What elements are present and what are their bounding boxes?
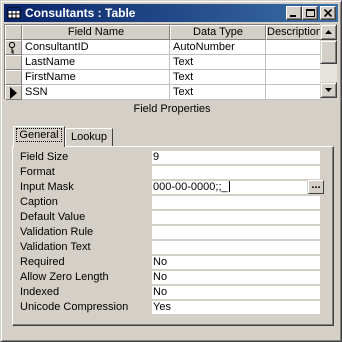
minimize-button[interactable] xyxy=(286,6,302,20)
description-cell[interactable] xyxy=(266,40,321,55)
window-title: Consultants : Table xyxy=(25,6,136,20)
row-selector[interactable] xyxy=(5,70,22,85)
title-bar[interactable]: Consultants : Table xyxy=(4,4,338,22)
data-type-cell[interactable]: Text xyxy=(170,85,266,100)
column-header-data-type[interactable]: Data Type xyxy=(170,25,266,40)
properties-panel: Field Size 9 Format Input Mask 000-00-00… xyxy=(12,146,334,326)
property-label: Validation Rule xyxy=(20,226,94,238)
property-label: Default Value xyxy=(20,211,86,223)
property-label: Field Size xyxy=(20,151,69,163)
text-cursor xyxy=(228,181,230,192)
scroll-down-button[interactable] xyxy=(320,82,337,98)
row-pointer-icon xyxy=(10,87,17,99)
row-selector[interactable] xyxy=(5,55,22,70)
maximize-icon xyxy=(306,9,315,17)
unicode-compression-input[interactable]: Yes xyxy=(152,301,320,314)
data-type-cell[interactable]: AutoNumber xyxy=(170,40,266,55)
field-grid: Field Name Data Type Description Consult… xyxy=(4,24,321,100)
property-label: Validation Text xyxy=(20,241,91,253)
description-cell[interactable] xyxy=(266,85,321,100)
table-row[interactable]: ConsultantID AutoNumber xyxy=(5,40,321,55)
row-selector[interactable] xyxy=(5,85,22,100)
tab-general-label: General xyxy=(16,128,62,142)
field-name-cell[interactable]: SSN xyxy=(22,85,170,100)
column-header-field-name[interactable]: Field Name xyxy=(22,25,170,40)
caption-input[interactable] xyxy=(152,196,320,209)
field-name-cell[interactable]: ConsultantID xyxy=(22,40,170,55)
table-design-window: Consultants : Table Field Name Data Type… xyxy=(0,0,342,342)
default-value-input[interactable] xyxy=(152,211,320,224)
input-mask-builder-button[interactable]: ... xyxy=(308,180,324,194)
property-label: Allow Zero Length xyxy=(20,271,109,283)
table-row[interactable]: SSN Text xyxy=(5,85,321,100)
row-selector[interactable] xyxy=(5,40,22,55)
key-icon xyxy=(8,41,16,54)
tab-lookup-label: Lookup xyxy=(70,131,108,143)
minimize-icon xyxy=(290,15,296,17)
property-label: Indexed xyxy=(20,286,60,298)
close-button[interactable] xyxy=(320,6,336,20)
required-input[interactable]: No xyxy=(152,256,320,269)
field-name-cell[interactable]: LastName xyxy=(22,55,170,70)
property-label: Input Mask xyxy=(20,181,74,193)
property-label: Unicode Compression xyxy=(20,301,129,313)
tab-general[interactable]: General xyxy=(13,126,65,147)
table-row[interactable]: LastName Text xyxy=(5,55,321,70)
input-mask-input[interactable]: 000-00-0000;;_ xyxy=(152,181,307,194)
indexed-input[interactable]: No xyxy=(152,286,320,299)
validation-rule-input[interactable] xyxy=(152,226,320,239)
description-cell[interactable] xyxy=(266,70,321,85)
vertical-scrollbar[interactable] xyxy=(320,24,337,98)
scroll-up-button[interactable] xyxy=(320,24,337,40)
tab-lookup[interactable]: Lookup xyxy=(65,128,113,147)
allow-zero-length-input[interactable]: No xyxy=(152,271,320,284)
property-label: Required xyxy=(20,256,65,268)
column-header-description[interactable]: Description xyxy=(266,25,321,40)
close-icon xyxy=(324,9,333,18)
field-size-input[interactable]: 9 xyxy=(152,151,320,164)
field-properties-label: Field Properties xyxy=(133,103,211,115)
format-input[interactable] xyxy=(152,166,320,179)
description-cell[interactable] xyxy=(266,55,321,70)
corner-header xyxy=(5,25,22,40)
validation-text-input[interactable] xyxy=(152,241,320,254)
scroll-thumb[interactable] xyxy=(320,40,337,64)
table-row[interactable]: FirstName Text xyxy=(5,70,321,85)
arrow-up-icon xyxy=(325,30,332,34)
field-name-cell[interactable]: FirstName xyxy=(22,70,170,85)
table-icon xyxy=(7,7,21,19)
data-type-cell[interactable]: Text xyxy=(170,55,266,70)
data-type-cell[interactable]: Text xyxy=(170,70,266,85)
input-mask-value: 000-00-0000;;_ xyxy=(153,181,228,193)
property-label: Caption xyxy=(20,196,58,208)
arrow-down-icon xyxy=(325,88,332,92)
maximize-button[interactable] xyxy=(302,6,318,20)
property-label: Format xyxy=(20,166,55,178)
